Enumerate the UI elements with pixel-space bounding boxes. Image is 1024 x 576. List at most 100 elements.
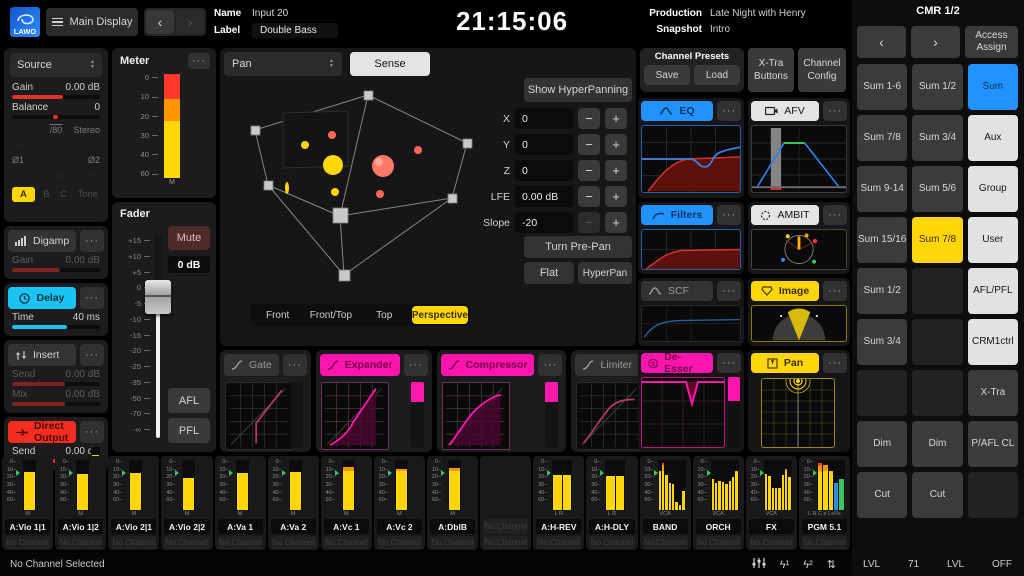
load-button[interactable]: Load (694, 65, 740, 85)
limiter-button[interactable]: Limiter (575, 354, 639, 376)
balance-row[interactable]: Balance 0 (12, 102, 100, 119)
channel-label[interactable]: A:Vc 2 (377, 519, 422, 534)
ambit-button[interactable]: AMBIT (751, 205, 819, 225)
pan-field-input-lfe[interactable]: 0.00 dB (515, 186, 573, 207)
limiter-transfer-graph[interactable] (576, 382, 644, 450)
channel-label[interactable]: No Channel (483, 519, 528, 534)
eq-graph[interactable] (641, 125, 741, 193)
channel-sub-label[interactable]: No Channel (164, 536, 209, 549)
monitor-button-sum-15-16[interactable]: Sum 15/16 (857, 217, 907, 263)
source-select-a[interactable]: A (12, 187, 35, 202)
insert-more-button[interactable]: ··· (80, 344, 104, 366)
source-option[interactable]: Pad (12, 140, 41, 150)
label-input[interactable]: Double Bass (252, 23, 338, 38)
hyperpan-button[interactable]: HyperPan (578, 262, 632, 284)
access-assign-button[interactable]: Access Assign (965, 26, 1018, 58)
source-option[interactable]: Mono (41, 155, 70, 165)
view-tab-front[interactable]: Front (252, 306, 303, 324)
channel-sub-label[interactable]: No Channel (218, 536, 263, 549)
source-option[interactable]: Ø2 (71, 155, 100, 165)
channel-label[interactable]: A:Vio 1|1 (5, 519, 50, 534)
filters-button[interactable]: Filters (641, 205, 713, 225)
monitor-button-x-tra[interactable]: X-Tra (968, 370, 1018, 416)
source-option[interactable]: Image (41, 170, 70, 180)
delay-time-row[interactable]: Time40 ms (12, 312, 100, 329)
meter-strip-channel[interactable]: 0–10–20–30–40–60–L RA:H-DLYNo Channel (586, 456, 637, 550)
monitor-button-sum[interactable]: Sum (968, 64, 1018, 110)
pan-field-minus-slope[interactable]: − (578, 212, 600, 233)
insert-send-row[interactable]: Send0.00 dB (12, 369, 100, 386)
delay-button[interactable]: Delay (8, 287, 76, 309)
meter-strip-channel[interactable]: 0–10–20–30–40–60–MA:Vio 1|2No Channel (55, 456, 106, 550)
meter-strip-channel[interactable]: 0–10–20–30–40–60–MA:Vc 2No Channel (374, 456, 425, 550)
channel-sub-label[interactable]: No Channel (5, 536, 50, 549)
monitor-button-cut[interactable]: Cut (857, 472, 907, 518)
channel-label[interactable]: FX (749, 519, 794, 534)
channel-sub-label[interactable]: No Channel (430, 536, 475, 549)
meter-strip-channel[interactable]: 0–10–20–30–40–60–MA:Va 1No Channel (215, 456, 266, 550)
channel-sub-label[interactable]: No Channel (377, 536, 422, 549)
filters-more-button[interactable]: ··· (717, 205, 741, 225)
channel-label[interactable]: A:DblB (430, 519, 475, 534)
monitor-button-sum-9-14[interactable]: Sum 9-14 (857, 166, 907, 212)
channel-label[interactable]: A:H-DLY (589, 519, 634, 534)
nav-forward-button[interactable]: › (176, 10, 204, 34)
channel-sub-label[interactable]: No Channel (643, 536, 688, 549)
meter-strip-channel[interactable]: No ChannelNo Channel (480, 456, 531, 550)
source-select-b[interactable]: B (41, 187, 51, 202)
channel-sub-label[interactable]: No Channel (271, 536, 316, 549)
bolt-1-icon[interactable]: ϟ¹ (780, 559, 790, 571)
source-select-tone[interactable]: Tone (75, 187, 100, 202)
pan-source-sphere-red[interactable] (372, 155, 394, 177)
sense-button[interactable]: Sense (350, 52, 430, 76)
pan-3d-view[interactable] (225, 78, 515, 328)
view-tab-top[interactable]: Top (359, 306, 410, 324)
afv-graph[interactable] (751, 125, 847, 193)
gain-row[interactable]: Gain 0.00 dB (12, 82, 100, 99)
source-option[interactable]: 48 V (12, 125, 41, 135)
monitor-button-group[interactable]: Group (968, 166, 1018, 212)
channel-label[interactable]: A:Vio 1|2 (58, 519, 103, 534)
meter-strip-channel[interactable]: 0–10–20–30–40–60–VCAFXNo Channel (746, 456, 797, 550)
channel-label[interactable]: A:Vc 1 (324, 519, 369, 534)
source-option[interactable]: /80 (41, 125, 70, 135)
channel-label[interactable]: ORCH (696, 519, 741, 534)
channel-sub-label[interactable]: No Channel (802, 536, 847, 549)
scf-graph[interactable] (641, 305, 741, 342)
xtra-buttons-button[interactable]: X-Tra Buttons (748, 48, 794, 92)
meter-strip-channel[interactable]: 0–10–20–30–40–60–L R C e LsRsPGM 5.1No C… (799, 456, 850, 550)
main-display-button[interactable]: Main Display (46, 8, 138, 36)
ambit-graph[interactable] (751, 229, 847, 270)
eq-button[interactable]: EQ (641, 101, 713, 121)
meter-strip-channel[interactable]: 0–10–20–30–40–60–MA:Vio 1|1No Channel (2, 456, 53, 550)
source-option[interactable]: Link (12, 170, 41, 180)
gate-button[interactable]: Gate (224, 354, 279, 376)
pan-field-plus-lfe[interactable]: + (605, 186, 627, 207)
meter-strip-channel[interactable]: 0–10–20–30–40–60–MA:Vio 2|1No Channel (108, 456, 159, 550)
meter-strip-channel[interactable]: 0–10–20–30–40–60–MA:Va 2No Channel (268, 456, 319, 550)
source-option[interactable]: AB (71, 170, 100, 180)
digamp-gain-row[interactable]: Gain0.00 dB (12, 255, 100, 272)
view-tab-front-top[interactable]: Front/Top (305, 306, 356, 324)
balance-thumb[interactable] (53, 115, 58, 119)
delay-more-button[interactable]: ··· (80, 287, 104, 309)
monitor-button-afl-pfl[interactable]: AFL/PFL (968, 268, 1018, 314)
monitor-nav-forward-button[interactable]: › (911, 26, 960, 58)
monitor-button-crm1ctrl[interactable]: CRM1ctrl (968, 319, 1018, 365)
view-tab-perspective[interactable]: Perspective (412, 306, 468, 324)
source-selector[interactable]: Source ▲▼ (10, 53, 102, 77)
direct-output-button[interactable]: Direct Output (8, 421, 76, 443)
nav-back-button[interactable]: ‹ (146, 10, 174, 34)
channel-sub-label[interactable]: No Channel (536, 536, 581, 549)
pan-field-input-y[interactable]: 0 (515, 134, 573, 155)
ambit-more-button[interactable]: ··· (823, 205, 847, 225)
pan-more-button[interactable]: ··· (823, 353, 847, 373)
gate-more-button[interactable]: ··· (283, 354, 307, 376)
monitor-button-sum-1-2[interactable]: Sum 1/2 (857, 268, 907, 314)
turn-pre-pan-button[interactable]: Turn Pre-Pan (524, 236, 632, 258)
meter-strip-channel[interactable]: 0–10–20–30–40–60–MA:DblBNo Channel (427, 456, 478, 550)
monitor-nav-back-button[interactable]: ‹ (857, 26, 906, 58)
expander-transfer-graph[interactable] (321, 382, 389, 450)
monitor-button-sum-1-6[interactable]: Sum 1-6 (857, 64, 907, 110)
channel-sub-label[interactable]: No Channel (58, 536, 103, 549)
